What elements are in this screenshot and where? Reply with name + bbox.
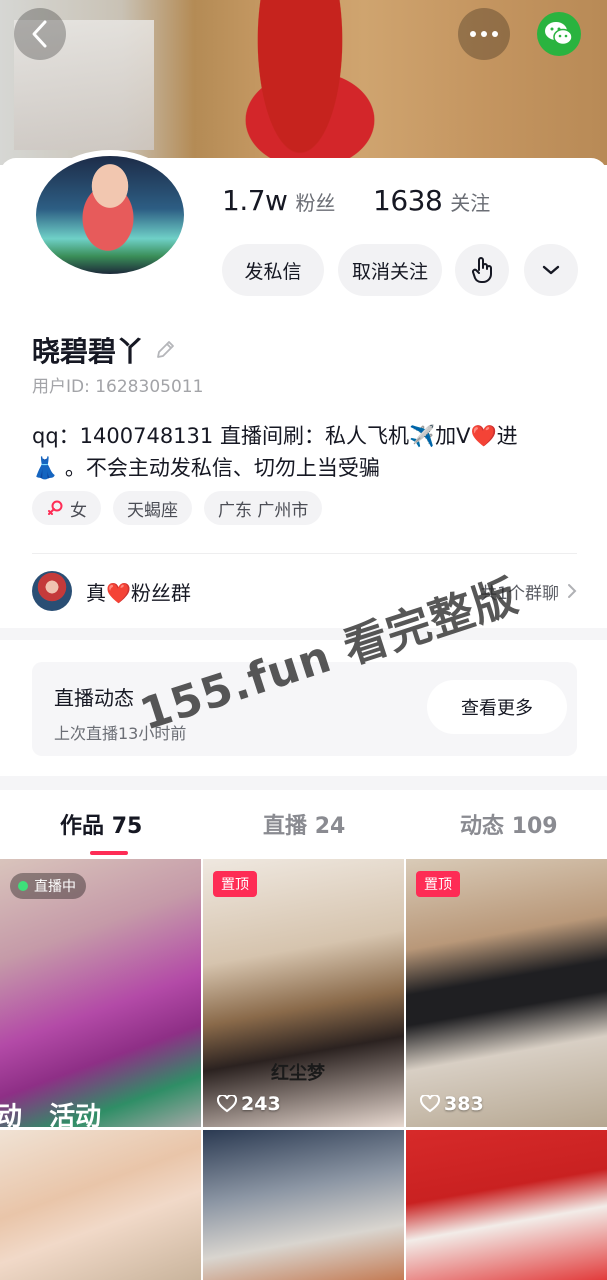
gender-tag: 女 — [32, 491, 101, 525]
video-tile-4[interactable] — [0, 1130, 201, 1280]
bio-line-2: 👗 。不会主动发私信、切勿上当受骗 — [32, 456, 380, 480]
tab-moments-count: 109 — [511, 814, 558, 839]
content-tabs: 作品 75 直播 24 动态 109 — [0, 790, 607, 858]
unfollow-button[interactable]: 取消关注 — [338, 244, 442, 296]
tile2-caption: 红尘梦 — [271, 1063, 325, 1084]
back-button[interactable] — [14, 8, 66, 60]
bio-line-1: qq：1400748131 直播间刷：私人飞机✈️加V❤️进 — [32, 424, 518, 448]
video-tile-3[interactable]: 置顶 383 — [406, 859, 607, 1127]
more-button[interactable] — [458, 8, 510, 60]
following-count: 1638 — [373, 184, 443, 217]
tab-live[interactable]: 直播 24 — [263, 808, 345, 840]
tab-works[interactable]: 作品 75 — [60, 808, 142, 840]
zodiac-tag: 天蝎座 — [113, 491, 192, 525]
wechat-icon — [545, 22, 573, 46]
following-stat[interactable]: 1638 关注 — [373, 184, 490, 217]
edit-pencil-icon[interactable] — [154, 339, 176, 361]
video-tile-2[interactable]: 置顶 红尘梦 243 — [203, 859, 404, 1127]
section-separator-2 — [0, 776, 607, 790]
video-tile-1[interactable]: 直播中 动 活动 — [0, 859, 201, 1127]
gender-text: 女 — [70, 500, 87, 521]
tab-live-label: 直播 — [263, 814, 308, 839]
gesture-button[interactable] — [455, 244, 509, 296]
live-dot-icon — [18, 881, 28, 891]
tile3-likes-count: 383 — [444, 1093, 484, 1115]
chevron-down-icon — [542, 265, 560, 275]
divider — [32, 553, 577, 554]
tag-row: 女 天蝎座 广东 广州市 — [32, 491, 323, 525]
user-id: 用户ID: 1628305011 — [32, 377, 204, 397]
hand-pointer-icon — [472, 257, 492, 283]
heart-icon — [217, 1095, 237, 1113]
chevron-right-icon — [568, 584, 577, 598]
ellipsis-icon — [470, 31, 498, 37]
profile-name: 晓碧碧丫 — [32, 335, 145, 368]
female-icon — [48, 500, 63, 515]
avatar-image — [36, 156, 184, 274]
tile2-likes-count: 243 — [241, 1093, 281, 1115]
profile-name-row: 晓碧碧丫 — [32, 330, 176, 370]
bio: qq：1400748131 直播间刷：私人飞机✈️加V❤️进 👗 。不会主动发私… — [32, 420, 577, 484]
following-label: 关注 — [450, 191, 491, 215]
followers-label: 粉丝 — [295, 191, 336, 215]
live-now-text: 直播中 — [34, 879, 76, 895]
tile1-caption: 动 活动 — [0, 1102, 102, 1127]
tab-moments-label: 动态 — [460, 814, 505, 839]
video-tile-5[interactable] — [203, 1130, 404, 1280]
live-section-title: 直播动态 — [54, 686, 134, 710]
group-title: 真❤️粉丝群 — [86, 580, 191, 605]
pinned-badge-2: 置顶 — [416, 871, 460, 897]
tab-works-label: 作品 — [60, 814, 105, 839]
video-tile-6[interactable] — [406, 1130, 607, 1280]
chevron-left-icon — [32, 20, 47, 48]
cover-photo — [0, 0, 607, 165]
group-avatar — [32, 571, 72, 611]
followers-stat[interactable]: 1.7w 粉丝 — [222, 184, 335, 217]
live-now-badge: 直播中 — [10, 873, 86, 899]
tab-live-count: 24 — [314, 814, 346, 839]
message-button[interactable]: 发私信 — [222, 244, 324, 296]
location-tag: 广东 广州市 — [204, 491, 323, 525]
wechat-share-button[interactable] — [537, 12, 581, 56]
avatar[interactable] — [30, 150, 190, 280]
pinned-badge: 置顶 — [213, 871, 257, 897]
heart-icon — [420, 1095, 440, 1113]
active-tab-indicator — [90, 851, 128, 855]
expand-button[interactable] — [524, 244, 578, 296]
tab-works-count: 75 — [111, 814, 143, 839]
followers-count: 1.7w — [222, 184, 288, 217]
tile3-likes: 383 — [420, 1093, 484, 1115]
tile2-likes: 243 — [217, 1093, 281, 1115]
tab-moments[interactable]: 动态 109 — [460, 808, 558, 840]
